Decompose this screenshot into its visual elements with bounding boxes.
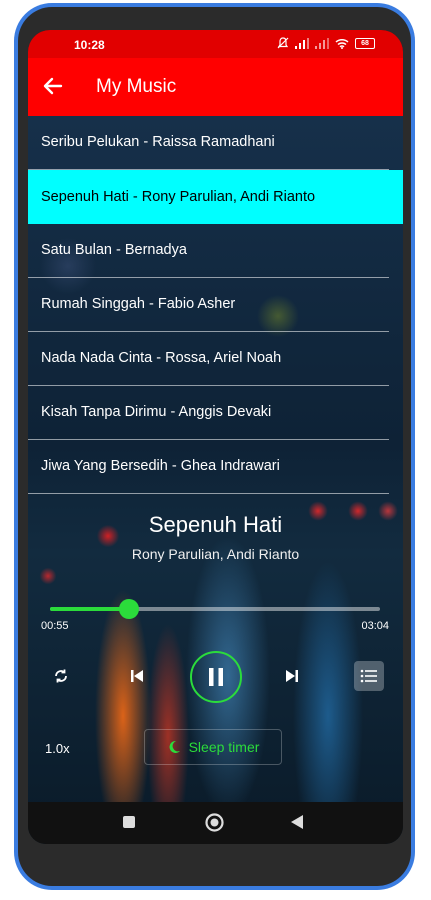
mute-icon — [277, 37, 289, 49]
playlist: Seribu Pelukan - Raissa Ramadhani Sepenu… — [28, 116, 403, 494]
current-time: 00:55 — [41, 620, 69, 632]
seek-bar-thumb[interactable] — [119, 599, 140, 619]
app-title: My Music — [96, 76, 177, 97]
sleep-timer-button[interactable]: Sleep timer — [144, 729, 282, 765]
status-bar: 10:28 68 — [28, 30, 403, 58]
sleep-timer-label: Sleep timer — [188, 739, 260, 755]
repeat-button[interactable] — [50, 665, 72, 687]
moon-icon — [169, 740, 180, 753]
wifi-icon — [335, 38, 349, 49]
list-item[interactable]: Satu Bulan - Bernadya — [28, 224, 389, 278]
signal-icon — [295, 37, 309, 49]
seek-bar-progress — [50, 607, 130, 611]
list-item[interactable]: Seribu Pelukan - Raissa Ramadhani — [28, 116, 389, 170]
seek-bar[interactable] — [50, 599, 380, 619]
back-arrow-icon[interactable] — [42, 75, 64, 97]
nav-home-icon[interactable] — [204, 812, 225, 833]
list-item[interactable]: Rumah Singgah - Fabio Asher — [28, 278, 389, 332]
list-item[interactable]: Nada Nada Cinta - Rossa, Ariel Noah — [28, 332, 389, 386]
now-playing-artist: Rony Parulian, Andi Rianto — [131, 546, 300, 562]
battery-level: 68 — [361, 39, 369, 47]
status-icons: 68 — [277, 37, 375, 49]
battery-icon: 68 — [355, 37, 375, 49]
skip-previous-icon — [131, 670, 143, 682]
now-playing-title: Sepenuh Hati — [148, 512, 283, 537]
playback-speed-button[interactable]: 1.0x — [45, 741, 70, 756]
system-nav-bar — [28, 802, 403, 844]
status-time: 10:28 — [74, 38, 105, 52]
list-item[interactable]: Jiwa Yang Bersedih - Ghea Indrawari — [28, 440, 389, 494]
list-item-active[interactable]: Sepenuh Hati - Rony Parulian, Andi Riant… — [28, 170, 403, 224]
list-item[interactable]: Kisah Tanpa Dirimu - Anggis Devaki — [28, 386, 389, 440]
skip-next-icon — [286, 670, 298, 682]
pause-icon — [209, 668, 223, 686]
app-bar: My Music — [28, 58, 403, 116]
nav-recents-icon[interactable] — [122, 815, 136, 829]
signal-2-icon — [315, 37, 329, 49]
player-panel: Sepenuh Hati Rony Parulian, Andi Rianto … — [28, 500, 403, 800]
repeat-icon — [55, 669, 67, 683]
playlist-button[interactable] — [354, 661, 384, 691]
playlist-icon — [360, 669, 377, 683]
total-time: 03:04 — [361, 620, 389, 632]
screen: 10:28 68 My Music Seribu Pelukan - Raiss… — [28, 30, 403, 844]
pause-button[interactable] — [190, 651, 242, 703]
next-button[interactable] — [281, 665, 303, 687]
nav-back-icon[interactable] — [290, 814, 304, 830]
previous-button[interactable] — [126, 665, 148, 687]
